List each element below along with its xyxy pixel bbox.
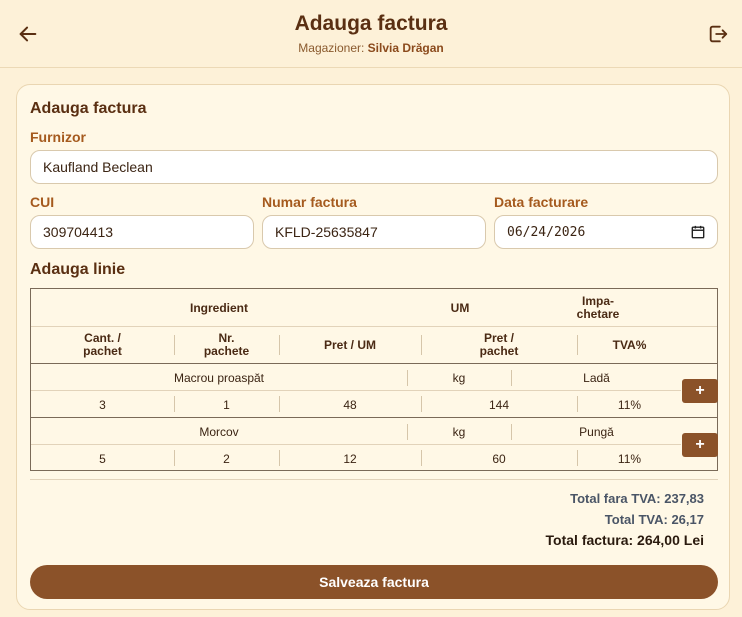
total-tva: Total TVA: 26,17 — [604, 512, 704, 527]
furnizor-input[interactable]: Kaufland Beclean — [30, 150, 718, 184]
header-pret-um: Pret / UM — [323, 338, 376, 352]
row-2-pret-pachet: 60 — [492, 452, 506, 466]
cui-value: 309704413 — [43, 224, 114, 240]
row-1-impachetare: Ladă — [583, 371, 610, 385]
numar-factura-label: Numar factura — [262, 194, 357, 210]
save-invoice-button[interactable]: Salveaza factura — [30, 565, 718, 599]
invoice-card: Adauga factura Furnizor Kaufland Beclean… — [16, 84, 730, 610]
header-cant-pachet: Cant. / pachet — [83, 331, 122, 358]
header-impachetare: Impa- chetare — [576, 294, 620, 321]
totals-divider — [30, 479, 718, 480]
header-nr-pachete: Nr. pachete — [203, 331, 250, 358]
row-1-ingredient: Macrou proaspăt — [173, 371, 265, 385]
row-2-ingredient: Morcov — [199, 425, 239, 439]
row-1-tva: 11% — [617, 398, 642, 412]
invoice-lines-table: Ingredient UM Impa- chetare Cant. / pach… — [30, 288, 718, 471]
add-line-button[interactable]: + — [682, 433, 718, 457]
row-2-tva: 11% — [617, 452, 642, 466]
row-2-cant: 5 — [99, 452, 106, 466]
header-pret-pachet: Pret / pachet — [479, 331, 519, 358]
numar-factura-input[interactable]: KFLD-25635847 — [262, 215, 486, 249]
row-divider — [31, 390, 681, 391]
furnizor-value: Kaufland Beclean — [43, 159, 153, 175]
logout-button[interactable] — [704, 20, 732, 48]
add-line-button[interactable]: + — [682, 379, 718, 403]
app-header: Adauga factura Magazioner: Silvia Drăgan — [0, 0, 742, 68]
header-ingredient: Ingredient — [189, 301, 248, 315]
row-1-pret-pachet: 144 — [488, 398, 510, 412]
calendar-icon[interactable] — [691, 225, 705, 239]
data-facturare-input[interactable]: 06/24/2026 — [494, 215, 718, 249]
data-facturare-value: 06/24/2026 — [507, 224, 586, 240]
subtitle-label: Magazioner: — [298, 41, 365, 55]
magazioner-name: Silvia Drăgan — [367, 41, 444, 55]
cui-input[interactable]: 309704413 — [30, 215, 254, 249]
row-2-um: kg — [452, 425, 466, 439]
row-2-nr: 2 — [223, 452, 230, 466]
row-1-pret-um: 48 — [343, 398, 357, 412]
add-line-title: Adauga linie — [30, 261, 126, 278]
header-divider — [31, 326, 717, 327]
row-1-cant: 3 — [99, 398, 106, 412]
header-um: UM — [450, 301, 470, 315]
header-tva: TVA% — [612, 338, 647, 352]
page-title: Adauga factura — [294, 12, 448, 35]
row-border — [31, 417, 717, 418]
total-fara-tva: Total fara TVA: 237,83 — [570, 491, 704, 506]
row-1-um: kg — [452, 371, 466, 385]
data-facturare-label: Data facturare — [494, 194, 589, 210]
page-subtitle: Magazioner: Silvia Drăgan — [0, 41, 742, 55]
total-factura: Total factura: 264,00 Lei — [545, 532, 704, 548]
row-2-pret-um: 12 — [343, 452, 357, 466]
furnizor-label: Furnizor — [30, 129, 86, 145]
row-divider — [31, 444, 681, 445]
card-title: Adauga factura — [30, 100, 147, 117]
header-bottom-border — [31, 363, 717, 364]
numar-factura-value: KFLD-25635847 — [275, 224, 378, 240]
row-2-impachetare: Pungă — [579, 425, 614, 439]
logout-icon — [709, 25, 728, 43]
row-1-nr: 1 — [223, 398, 230, 412]
cui-label: CUI — [30, 194, 55, 210]
